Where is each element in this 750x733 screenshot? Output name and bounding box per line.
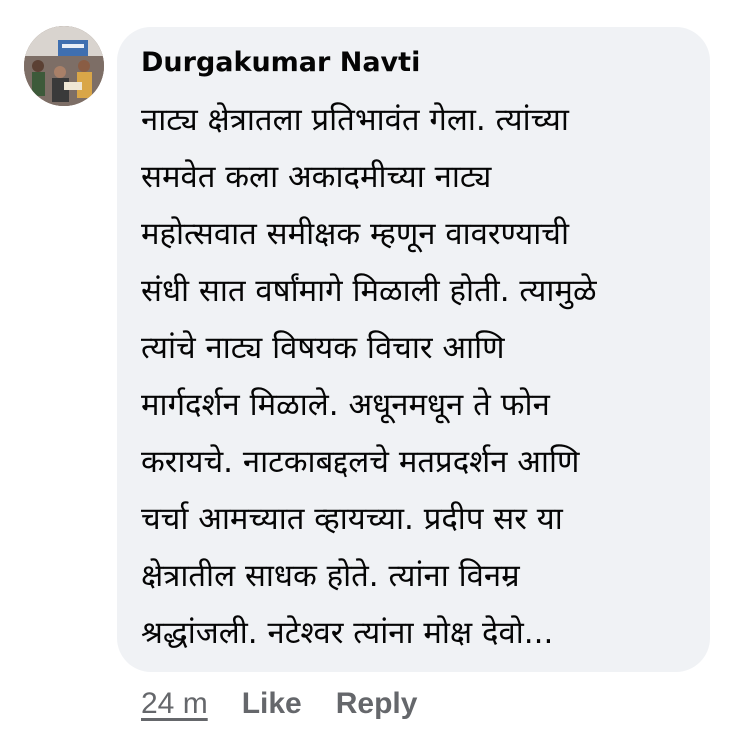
author-avatar[interactable]: [24, 26, 104, 106]
comment-actions: 24 m Like Reply: [141, 684, 451, 724]
comment-text-line: समवेत कला अकादमीच्या नाट्य: [141, 159, 492, 195]
comment-bubble: Durgakumar Navti नाट्य क्षेत्रातला प्रति…: [117, 27, 710, 672]
comment-text-line: नाट्य क्षेत्रातला प्रतिभावंत गेला. त्यां…: [141, 102, 569, 138]
comment-text-line: संधी सात वर्षांमागे मिळाली होती. त्यामुळ…: [141, 273, 597, 309]
comment-text: नाट्य क्षेत्रातला प्रतिभावंत गेला. त्यां…: [141, 92, 696, 662]
comment-text-line: महोत्सवात समीक्षक म्हणून वावरण्याची: [141, 216, 569, 252]
comment-text-line: चर्चा आमच्यात व्हायच्या. प्रदीप सर या: [141, 501, 563, 537]
comment-text-line: श्रद्धांजली. नटेश्वर त्यांना मोक्ष देवो.…: [141, 615, 554, 651]
comment-text-line: मार्गदर्शन मिळाले. अधूनमधून ते फोन: [141, 387, 550, 423]
like-button[interactable]: Like: [242, 687, 302, 721]
comment-text-line: करायचे. नाटकाबद्दलचे मतप्रदर्शन आणि: [141, 444, 580, 480]
comment-timestamp-link[interactable]: 24 m: [141, 687, 208, 721]
comment-author-name[interactable]: Durgakumar Navti: [141, 47, 420, 78]
comment-text-line: क्षेत्रातील साधक होते. त्यांना विनम्र: [141, 558, 520, 594]
comment-text-line: त्यांचे नाट्य विषयक विचार आणि: [141, 330, 505, 366]
avatar-photo: [24, 26, 104, 106]
reply-button[interactable]: Reply: [336, 687, 418, 721]
